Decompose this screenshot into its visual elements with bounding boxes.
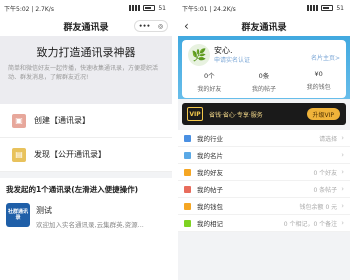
chevron-right-icon: ›	[341, 185, 344, 193]
menu-item-posts[interactable]: 我的帖子 0 条帖子 ›	[178, 181, 350, 198]
verify-link[interactable]: 申请实名认证	[214, 55, 250, 64]
status-bar: 下午5:01 | 24.2K/s 51	[178, 0, 350, 16]
menu-value: 0 条帖子	[313, 186, 338, 194]
industry-icon	[184, 134, 191, 142]
hero-banner: 致力打造通讯录神器 简单和微信好友一起传播，快速收集通讯录，方便提织活动、群发消…	[0, 36, 172, 104]
battery-level: 51	[158, 4, 166, 12]
status-bar: 下午5:02 | 2.7K/s 51	[4, 4, 166, 13]
stat-label: 我的钱包	[306, 84, 331, 91]
stat-value: 0个	[204, 72, 215, 80]
left-screen: 下午5:02 | 2.7K/s 51 群友通讯录 ••• ◎ 致力打造通讯录神器…	[0, 0, 172, 280]
create-directory-button[interactable]: ▣ 创建【通讯录】	[0, 104, 172, 138]
chevron-right-icon: ›	[341, 151, 344, 159]
vip-badge-icon: VIP	[187, 107, 203, 121]
status-speed: 2.7K/s	[35, 5, 54, 13]
menu-item-card[interactable]: 我的名片 ›	[178, 147, 350, 164]
group-description: 欢迎加入实名通讯录,云集群英,资源...	[36, 221, 144, 229]
profile-stats: 0个 我的好友 0条 我的帖子 ¥0 我的钱包	[182, 70, 346, 93]
battery-icon	[143, 5, 156, 11]
menu-label: 我的相记	[197, 220, 223, 228]
menu-item-industry[interactable]: 我的行业 请选择 ›	[178, 130, 350, 147]
close-icon[interactable]: ◎	[158, 23, 163, 30]
signal-icon	[307, 5, 319, 11]
battery-icon	[321, 5, 334, 11]
nav-bar: 群友通讯录 ••• ◎	[0, 16, 172, 36]
more-icon[interactable]: •••	[139, 23, 151, 30]
wallet-icon	[184, 202, 191, 210]
stat-label: 我的帖子	[251, 86, 276, 93]
card-icon	[184, 151, 191, 159]
profile-page-link[interactable]: 名片主页>	[311, 53, 340, 62]
discover-directory-label: 发现【公开通讯录】	[34, 150, 106, 159]
menu-value: 请选择	[319, 135, 338, 143]
stat-value: ¥0	[314, 70, 323, 78]
stat-value: 0条	[258, 72, 270, 80]
menu-label: 我的帖子	[197, 186, 223, 194]
discover-directory-button[interactable]: ▤ 发现【公开通讯录】	[0, 138, 172, 172]
vip-banner[interactable]: VIP 省钱·省心·专享·服务 升级VIP	[182, 103, 346, 125]
profile-header: 🌿 安心. 申请实名认证 名片主页> 0个 我的好友 0条 我的帖子 ¥0 我的…	[178, 36, 350, 99]
chevron-right-icon: ›	[341, 168, 344, 176]
menu-value: 0 个好友	[313, 169, 338, 177]
status-time: 下午5:02	[4, 5, 30, 13]
menu-value: 钱包余额 0 元	[299, 203, 338, 211]
chevron-right-icon: ›	[341, 202, 344, 210]
section-title: 我发起的1个通讯录(左滑进入便捷操作)	[0, 178, 172, 199]
right-screen: 下午5:01 | 24.2K/s 51 ‹ 群友通讯录 🌿 安心. 申请实名认证…	[178, 0, 350, 280]
hero-title: 致力打造通讯录神器	[36, 46, 136, 59]
create-directory-label: 创建【通讯录】	[34, 116, 90, 125]
posts-icon	[184, 185, 191, 193]
friends-icon	[184, 168, 191, 176]
menu-label: 我的好友	[197, 169, 223, 177]
nav-bar: ‹ 群友通讯录	[178, 16, 350, 36]
menu-list: 我的行业 请选择 › 我的名片 › 我的好友 0 个好友 › 我的帖子 0 条帖…	[178, 130, 350, 232]
avatar[interactable]: 🌿	[188, 44, 210, 66]
chevron-right-icon: ›	[341, 219, 344, 227]
contact-card-icon: ▣	[12, 113, 26, 128]
mini-program-capsule[interactable]: ••• ◎	[134, 20, 168, 32]
chevron-right-icon: ›	[341, 134, 344, 142]
status-speed: 24.2K/s	[213, 5, 236, 13]
discover-icon: ▤	[12, 147, 26, 162]
battery-level: 51	[336, 4, 344, 12]
notes-icon	[184, 219, 191, 227]
back-icon[interactable]: ‹	[184, 19, 189, 33]
nav-title: 群友通讯录	[241, 22, 287, 33]
menu-label: 我的行业	[197, 135, 223, 143]
stat-posts[interactable]: 0条 我的帖子	[252, 70, 276, 93]
menu-item-friends[interactable]: 我的好友 0 个好友 ›	[178, 164, 350, 181]
upgrade-vip-button[interactable]: 升级VIP	[306, 108, 340, 120]
status-time: 下午5:01	[182, 5, 208, 13]
group-logo: 社群通讯录	[6, 203, 30, 227]
nav-title: 群友通讯录	[63, 22, 109, 33]
menu-label: 我的名片	[197, 152, 223, 160]
vip-slogan: 省钱·省心·专享·服务	[209, 111, 263, 119]
menu-item-wallet[interactable]: 我的钱包 钱包余额 0 元 ›	[178, 198, 350, 215]
menu-label: 我的钱包	[197, 203, 223, 211]
profile-card: 🌿 安心. 申请实名认证 名片主页> 0个 我的好友 0条 我的帖子 ¥0 我的…	[182, 40, 346, 98]
list-item[interactable]: 社群通讯录 测试 欢迎加入实名通讯录,云集群英,资源...	[0, 199, 172, 233]
group-name: 测试	[36, 206, 52, 215]
stat-label: 我的好友	[197, 86, 222, 93]
hero-description: 简单和微信好友一起传播，快速收集通讯录，方便提织活动、群发消息，了解群友近况!	[8, 65, 159, 81]
menu-value: 0 个相记，0 个备注	[283, 220, 338, 228]
stat-wallet[interactable]: ¥0 我的钱包	[307, 70, 331, 93]
stat-friends[interactable]: 0个 我的好友	[197, 70, 221, 93]
menu-item-notes[interactable]: 我的相记 0 个相记，0 个备注 ›	[178, 215, 350, 232]
signal-icon	[129, 5, 141, 11]
